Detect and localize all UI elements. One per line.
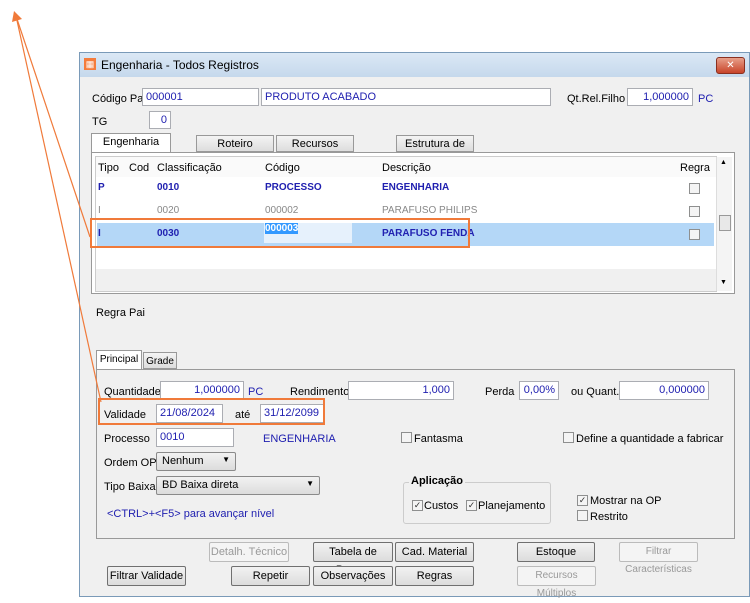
arrow-head-icon xyxy=(12,11,22,22)
arrow-line-row xyxy=(15,15,91,238)
annotation-arrows xyxy=(12,11,102,403)
arrow-line-validade xyxy=(15,15,102,403)
